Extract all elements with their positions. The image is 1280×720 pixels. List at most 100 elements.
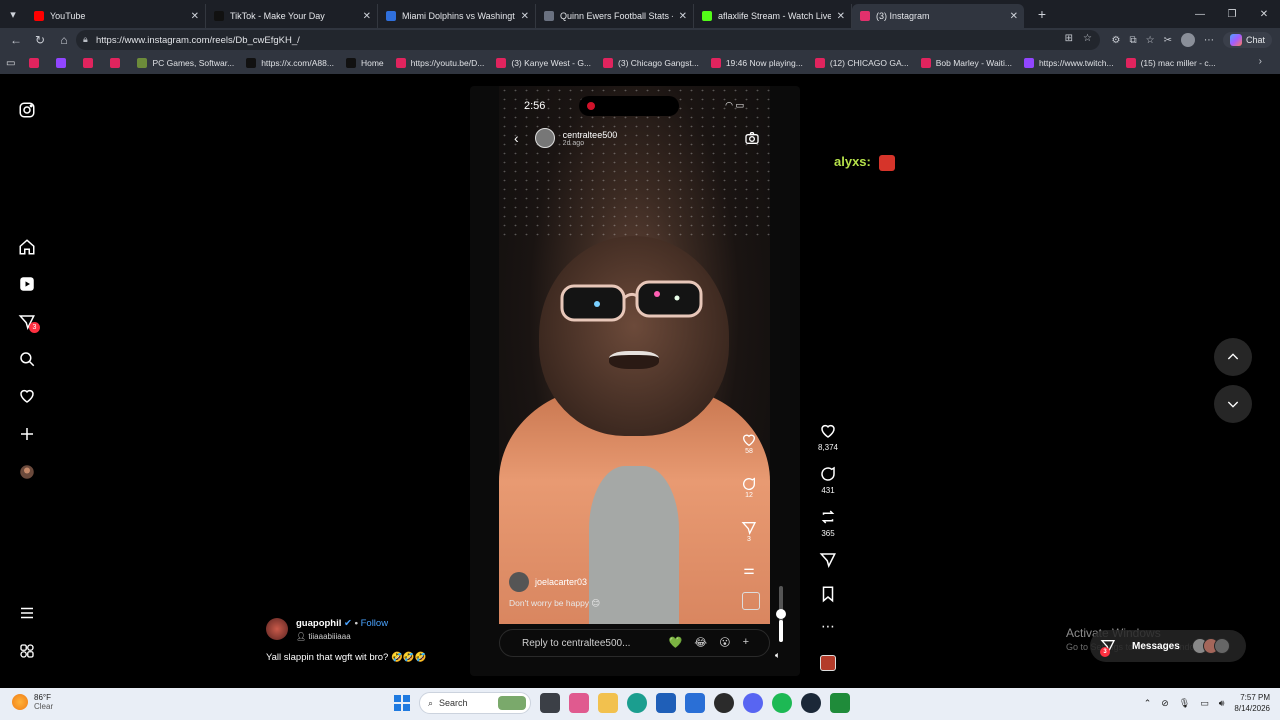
task-view-icon[interactable] — [540, 693, 560, 713]
edge-browser-icon[interactable] — [627, 693, 647, 713]
battery-icon: ▭ — [735, 100, 744, 110]
bookmark-item[interactable]: (3) Chicago Gangst... — [603, 58, 699, 68]
bookmark-item[interactable] — [110, 58, 125, 68]
bookmark-item[interactable]: (15) mac miller - c... — [1125, 58, 1216, 68]
microphone-icon[interactable]: 🎙︎ — [1179, 698, 1190, 709]
bookmarks-overflow-chevron-icon[interactable]: › — [1259, 56, 1262, 67]
bookmark-item[interactable]: (3) Kanye West - G... — [496, 58, 591, 68]
spotify-icon[interactable] — [772, 693, 792, 713]
clock[interactable]: 7:57 PM 8/14/2026 — [1234, 692, 1270, 714]
tray-overflow-chevron-icon[interactable]: ⌃ — [1144, 698, 1152, 709]
instagram-logo-icon[interactable] — [17, 100, 37, 120]
tab-close-icon[interactable]: ✕ — [837, 11, 845, 22]
browser-tab[interactable]: Quinn Ewers Football Stats - Sear ✕ — [536, 4, 694, 28]
browser-tab[interactable]: Miami Dolphins vs Washington Co ✕ — [378, 4, 536, 28]
favorite-star-icon[interactable]: ☆ — [1083, 33, 1092, 44]
volume-knob[interactable] — [776, 608, 786, 619]
reading-list-icon[interactable]: ▭ — [6, 58, 15, 69]
refresh-button[interactable]: ↻ — [28, 28, 52, 52]
share-button[interactable] — [812, 551, 844, 572]
author-username[interactable]: guapophil — [296, 618, 341, 629]
extensions-icon[interactable]: ⚙ — [1112, 35, 1121, 46]
audio-thumbnail[interactable] — [820, 655, 836, 671]
file-explorer-icon[interactable] — [598, 693, 618, 713]
speaker-icon[interactable]: 🔈︎ — [775, 650, 780, 661]
bookmark-item[interactable] — [83, 58, 98, 68]
taskbar-search[interactable]: ⌕ Search — [419, 692, 531, 714]
browser-tab[interactable]: YouTube ✕ — [26, 4, 206, 28]
discord-icon[interactable] — [743, 693, 763, 713]
audio-line[interactable]: 👤︎ tiiaaabiiiaaa — [296, 632, 351, 641]
collections-icon[interactable]: ⧉ — [1129, 35, 1136, 46]
screenshot-icon[interactable]: ✂ — [1164, 35, 1172, 46]
bookmark-item[interactable]: (12) CHICAGO GA... — [814, 58, 909, 68]
steam-icon[interactable] — [801, 693, 821, 713]
follow-button[interactable]: Follow — [361, 618, 388, 629]
minimize-button[interactable]: — — [1184, 0, 1216, 28]
repost-button[interactable]: 365 — [812, 508, 844, 538]
close-window-button[interactable]: ✕ — [1248, 0, 1280, 28]
next-reel-button[interactable] — [1214, 385, 1252, 423]
messages-pill[interactable]: 3 Messages — [1090, 630, 1246, 662]
address-field[interactable]: 🔒︎ https://www.instagram.com/reels/Db_cw… — [76, 30, 1100, 50]
tab-actions-menu[interactable]: ▾ — [0, 0, 26, 28]
bookmark-item[interactable]: https://x.com/A88... — [246, 58, 334, 68]
split-screen-icon[interactable]: ⊞ — [1065, 33, 1073, 44]
home-button[interactable]: ⌂ — [52, 28, 76, 52]
reels-icon[interactable] — [17, 274, 37, 294]
copilot-chat-button[interactable]: Chat — [1222, 32, 1272, 48]
comment-button[interactable]: 431 — [812, 465, 844, 495]
weather-widget[interactable]: 86°F Clear — [12, 693, 53, 711]
bookmark-item[interactable] — [56, 58, 71, 68]
tab-close-icon[interactable]: ✕ — [1010, 11, 1018, 22]
author-avatar[interactable] — [266, 618, 288, 640]
network-status-icon[interactable]: ⊘ — [1161, 698, 1169, 709]
volume-slider[interactable] — [776, 586, 786, 648]
search-icon[interactable] — [17, 349, 37, 369]
previous-reel-button[interactable] — [1214, 338, 1252, 376]
notifications-heart-icon[interactable] — [17, 386, 37, 406]
direct-messages-icon[interactable]: 3 — [17, 312, 40, 333]
more-menu-icon[interactable] — [17, 603, 37, 623]
bookmark-item[interactable]: https://youtu.be/D... — [395, 58, 484, 68]
bookmark-item[interactable]: 19:46 Now playing... — [710, 58, 803, 68]
new-tab-button[interactable]: + — [1030, 6, 1054, 22]
media-app-icon[interactable] — [714, 693, 734, 713]
messages-badge: 3 — [29, 322, 40, 333]
back-button[interactable]: ← — [4, 28, 28, 52]
save-button[interactable] — [812, 585, 844, 606]
profile-avatar[interactable] — [1180, 33, 1195, 47]
more-options-icon[interactable]: ⋯ — [812, 618, 844, 635]
volume-icon[interactable]: 🔊︎ — [1219, 698, 1225, 709]
story-reply-author: joelacarter03 — [509, 572, 587, 592]
profile-avatar-icon[interactable] — [17, 462, 37, 482]
mail-app-icon[interactable] — [685, 693, 705, 713]
bookmark-item[interactable] — [29, 58, 44, 68]
bookmark-item[interactable]: PC Games, Softwar... — [137, 58, 234, 68]
bookmark-favicon-icon — [395, 58, 406, 68]
also-from-meta-icon[interactable] — [17, 641, 37, 661]
display-icon[interactable]: ▭ — [1200, 698, 1209, 709]
browser-tab[interactable]: aflaxlife Stream - Watch Live on Ki ✕ — [694, 4, 852, 28]
bookmark-item[interactable]: Bob Marley - Waiti... — [920, 58, 1012, 68]
tab-close-icon[interactable]: ✕ — [363, 11, 371, 22]
bookmark-item[interactable]: Home — [345, 58, 384, 68]
reel-video[interactable]: 2:56 ◠ ▭ ‹ centraltee500 2d ago 58 12 3 … — [470, 86, 800, 676]
store-app-icon[interactable] — [656, 693, 676, 713]
more-menu-icon[interactable]: ⋯ — [1204, 35, 1214, 46]
browser-tab[interactable]: (3) Instagram ✕ — [852, 4, 1024, 28]
home-icon[interactable] — [17, 237, 37, 257]
create-plus-icon[interactable] — [17, 424, 37, 444]
tab-favicon-icon — [34, 11, 44, 21]
browser-tab[interactable]: TikTok - Make Your Day ✕ — [206, 4, 378, 28]
favorites-icon[interactable]: ☆ — [1146, 35, 1155, 46]
tab-close-icon[interactable]: ✕ — [521, 11, 529, 22]
photos-app-icon[interactable] — [569, 693, 589, 713]
maximize-button[interactable]: ❐ — [1216, 0, 1248, 28]
bookmark-item[interactable]: https://www.twitch... — [1023, 58, 1114, 68]
tab-close-icon[interactable]: ✕ — [191, 11, 199, 22]
windows-start-icon[interactable] — [394, 695, 410, 711]
tab-close-icon[interactable]: ✕ — [679, 11, 687, 22]
xbox-app-icon[interactable] — [830, 693, 850, 713]
like-button[interactable]: 8,374 — [812, 422, 844, 452]
